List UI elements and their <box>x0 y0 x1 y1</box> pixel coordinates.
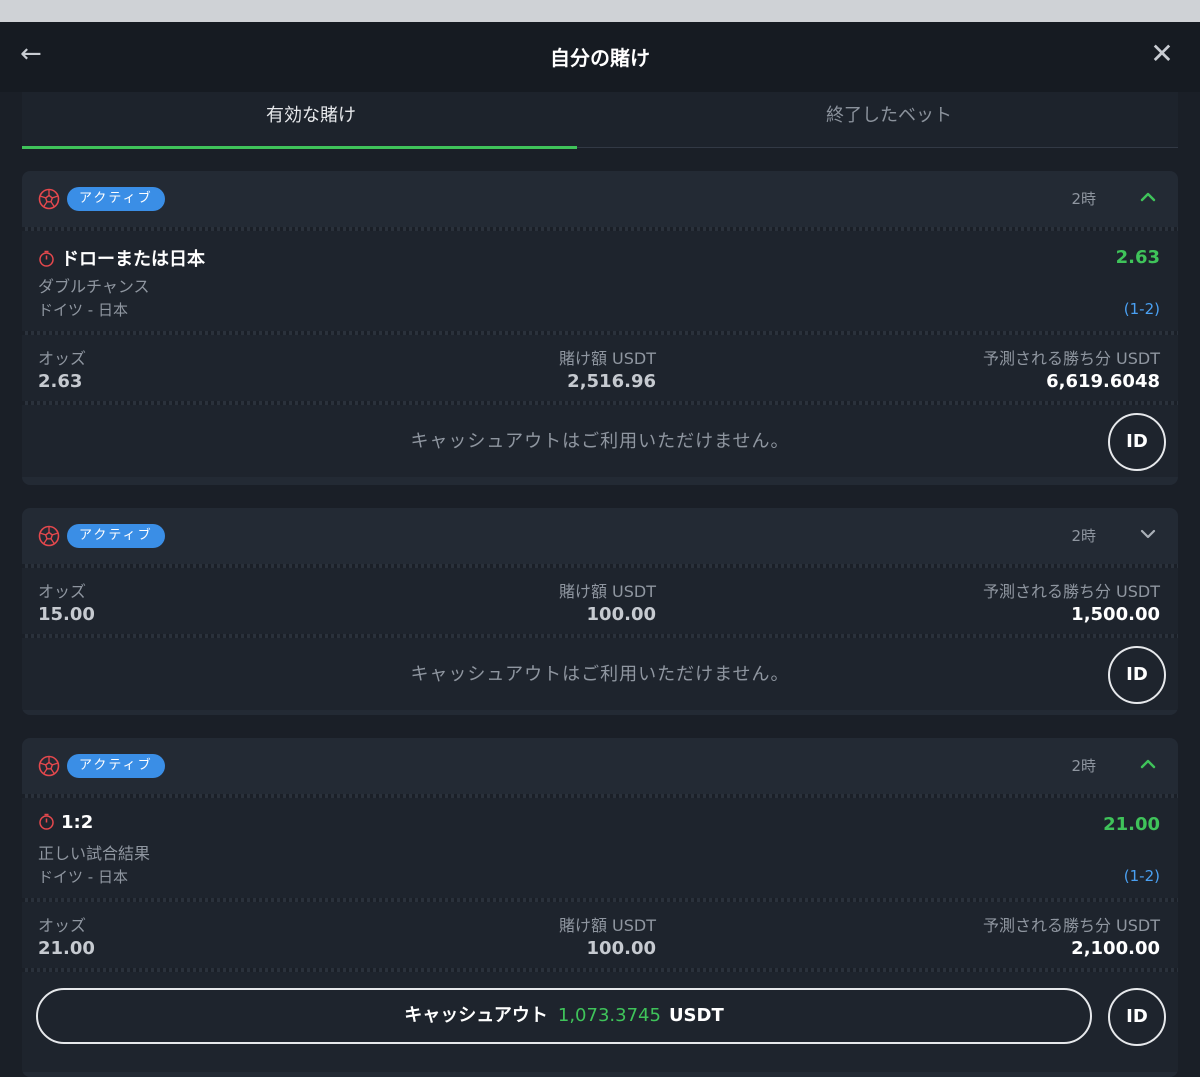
odds-value: 21.00 <box>38 938 95 959</box>
cashout-button[interactable]: キャッシュアウト 1,073.3745 USDT <box>36 988 1092 1044</box>
bet-id-button[interactable]: ID <box>1108 646 1166 704</box>
selection-title: ドローまたは日本 <box>61 249 205 270</box>
odds-label: オッズ <box>38 582 87 601</box>
football-icon <box>38 755 60 777</box>
bet-stats: オッズ 2.63 賭け額 USDT 2,516.96 予測される勝ち分 USDT… <box>22 335 1178 401</box>
cashout-row: キャッシュアウト 1,073.3745 USDT ID <box>22 972 1178 1072</box>
selection-score: (1-2) <box>1123 300 1160 318</box>
selection-match: ドイツ - 日本 <box>38 868 128 886</box>
stopwatch-icon <box>39 813 54 830</box>
stake-value: 100.00 <box>586 938 656 959</box>
chevron-up-icon[interactable] <box>1136 752 1160 776</box>
payout-value: 6,619.6048 <box>1046 371 1160 392</box>
odds-label: オッズ <box>38 916 87 935</box>
browser-top-strip <box>0 0 1200 22</box>
stake-label: 賭け額 USDT <box>558 582 656 601</box>
football-icon <box>38 525 60 547</box>
stake-value: 2,516.96 <box>567 371 656 392</box>
bet-card-header[interactable]: アクティブ 2時 <box>22 738 1178 794</box>
football-icon <box>38 188 60 210</box>
odds-value: 2.63 <box>38 371 83 392</box>
stake-label: 賭け額 USDT <box>558 916 656 935</box>
close-icon[interactable]: ✕ <box>1148 40 1176 68</box>
stopwatch-icon <box>39 250 54 267</box>
stake-label: 賭け額 USDT <box>558 349 656 368</box>
bet-time: 2時 <box>1071 757 1096 775</box>
selection-market: ダブルチャンス <box>38 277 150 296</box>
selection-market: 正しい試合結果 <box>38 844 151 863</box>
cashout-label: キャッシュアウト <box>404 1005 548 1026</box>
tab-settled-bets[interactable]: 終了したベット <box>600 92 1178 148</box>
status-badge: アクティブ <box>67 524 165 548</box>
chevron-down-icon[interactable] <box>1136 522 1160 546</box>
bet-id-button[interactable]: ID <box>1108 413 1166 471</box>
bet-card: アクティブ 2時 オッズ 15.00 賭け額 USDT 100.00 予測される… <box>22 508 1178 715</box>
bet-card-header[interactable]: アクティブ 2時 <box>22 171 1178 227</box>
odds-label: オッズ <box>38 349 87 368</box>
page-title: 自分の賭け <box>550 46 650 70</box>
payout-value: 1,500.00 <box>1071 604 1160 625</box>
bet-selection: ドローまたは日本 2.63 ダブルチャンス ドイツ - 日本 (1-2) <box>22 231 1178 331</box>
bet-selection: 1:2 21.00 正しい試合結果 ドイツ - 日本 (1-2) <box>22 798 1178 898</box>
payout-label: 予測される勝ち分 USDT <box>982 349 1160 368</box>
status-badge: アクティブ <box>67 754 165 778</box>
cashout-amount: 1,073.3745 <box>557 1005 661 1026</box>
status-badge: アクティブ <box>67 187 165 211</box>
bet-time: 2時 <box>1071 190 1096 208</box>
payout-label: 予測される勝ち分 USDT <box>982 582 1160 601</box>
tab-active-bets[interactable]: 有効な賭け <box>22 92 600 149</box>
cashout-row: キャッシュアウトはご利用いただけません。 ID <box>22 638 1178 710</box>
payout-value: 2,100.00 <box>1071 938 1160 959</box>
bet-stats: オッズ 21.00 賭け額 USDT 100.00 予測される勝ち分 USDT … <box>22 902 1178 968</box>
bet-card: アクティブ 2時 ドローまたは日本 2.63 ダブルチャンス ドイツ - 日本 … <box>22 171 1178 485</box>
bet-stats: オッズ 15.00 賭け額 USDT 100.00 予測される勝ち分 USDT … <box>22 568 1178 634</box>
selection-match: ドイツ - 日本 <box>38 301 128 319</box>
bet-tabs: 有効な賭け 終了したベット <box>22 92 1178 149</box>
cashout-unavailable-text: キャッシュアウトはご利用いただけません。 <box>410 431 790 452</box>
payout-label: 予測される勝ち分 USDT <box>982 916 1160 935</box>
bet-time: 2時 <box>1071 527 1096 545</box>
cashout-unavailable-text: キャッシュアウトはご利用いただけません。 <box>410 664 790 685</box>
bet-id-button[interactable]: ID <box>1108 988 1166 1046</box>
cashout-currency: USDT <box>668 1005 724 1026</box>
selection-title: 1:2 <box>61 812 94 833</box>
chevron-up-icon[interactable] <box>1136 185 1160 209</box>
stake-value: 100.00 <box>586 604 656 625</box>
bet-card-header[interactable]: アクティブ 2時 <box>22 508 1178 564</box>
selection-odds: 21.00 <box>1103 814 1160 835</box>
selection-odds: 2.63 <box>1115 247 1160 268</box>
bet-card: アクティブ 2時 1:2 21.00 正しい試合結果 ドイツ - 日本 (1-2… <box>22 738 1178 1077</box>
cashout-row: キャッシュアウトはご利用いただけません。 ID <box>22 405 1178 477</box>
odds-value: 15.00 <box>38 604 95 625</box>
selection-score: (1-2) <box>1123 867 1160 885</box>
header-bar: ← 自分の賭け ✕ <box>0 22 1200 92</box>
